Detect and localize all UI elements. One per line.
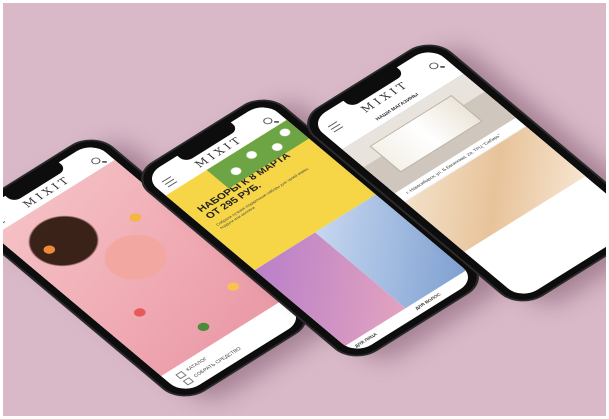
search-icon[interactable]	[427, 61, 441, 71]
orange-flower-decoration	[225, 280, 242, 293]
leaf-decoration	[195, 320, 212, 333]
orange-flower-decoration	[127, 211, 144, 224]
menu-icon[interactable]	[161, 176, 178, 188]
search-icon[interactable]	[261, 116, 275, 126]
orange-flower-decoration	[41, 243, 58, 256]
grapefruit-decoration	[131, 306, 148, 319]
mockup-background: MIXIT КАТАЛОГ СОБРАТЬ СРЕДСТВО MIXIT НАБ…	[3, 3, 606, 416]
search-icon[interactable]	[89, 156, 103, 166]
constructor-icon	[182, 376, 194, 386]
catalog-icon	[174, 370, 187, 379]
menu-icon[interactable]	[327, 121, 344, 133]
menu-icon[interactable]	[3, 216, 6, 228]
